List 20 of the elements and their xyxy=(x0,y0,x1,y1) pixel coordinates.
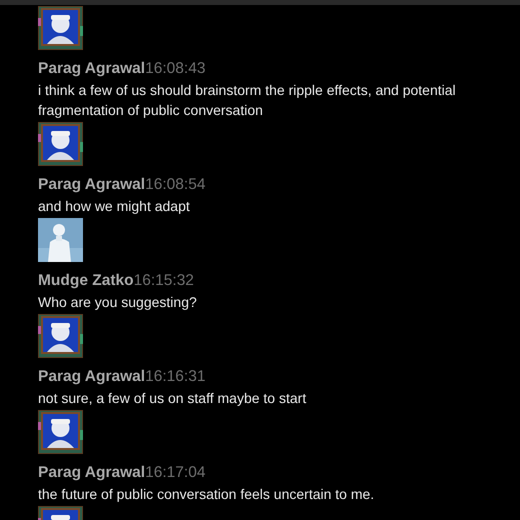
message-text: Who are you suggesting? xyxy=(38,293,198,312)
author-name: Parag Agrawal xyxy=(38,368,146,385)
message-text: the future of public conversation feels uncertain to me. xyxy=(38,485,376,504)
avatar xyxy=(38,6,83,50)
author-name: Parag Agrawal xyxy=(38,464,146,481)
timestamp: 16:08:43 xyxy=(145,60,206,77)
message-text: i think a few of us should brainstorm the ripple effects, and potential fragmentation of public conversation xyxy=(38,81,457,120)
author-name: Parag Agrawal xyxy=(38,60,146,77)
timestamp: 16:08:54 xyxy=(145,176,206,193)
timestamp: 16:15:32 xyxy=(134,272,194,289)
avatar xyxy=(38,122,83,166)
author-name: Parag Agrawal xyxy=(38,176,146,193)
message-text: not sure, a few of us on staff maybe to start xyxy=(38,389,308,408)
avatar xyxy=(38,314,83,358)
timestamp: 16:17:04 xyxy=(145,464,206,481)
author-name: Mudge Zatko xyxy=(38,272,134,289)
avatar xyxy=(38,410,83,454)
message-text: and how we might adapt xyxy=(38,197,191,216)
timestamp: 16:16:31 xyxy=(145,368,206,385)
avatar xyxy=(38,218,83,262)
